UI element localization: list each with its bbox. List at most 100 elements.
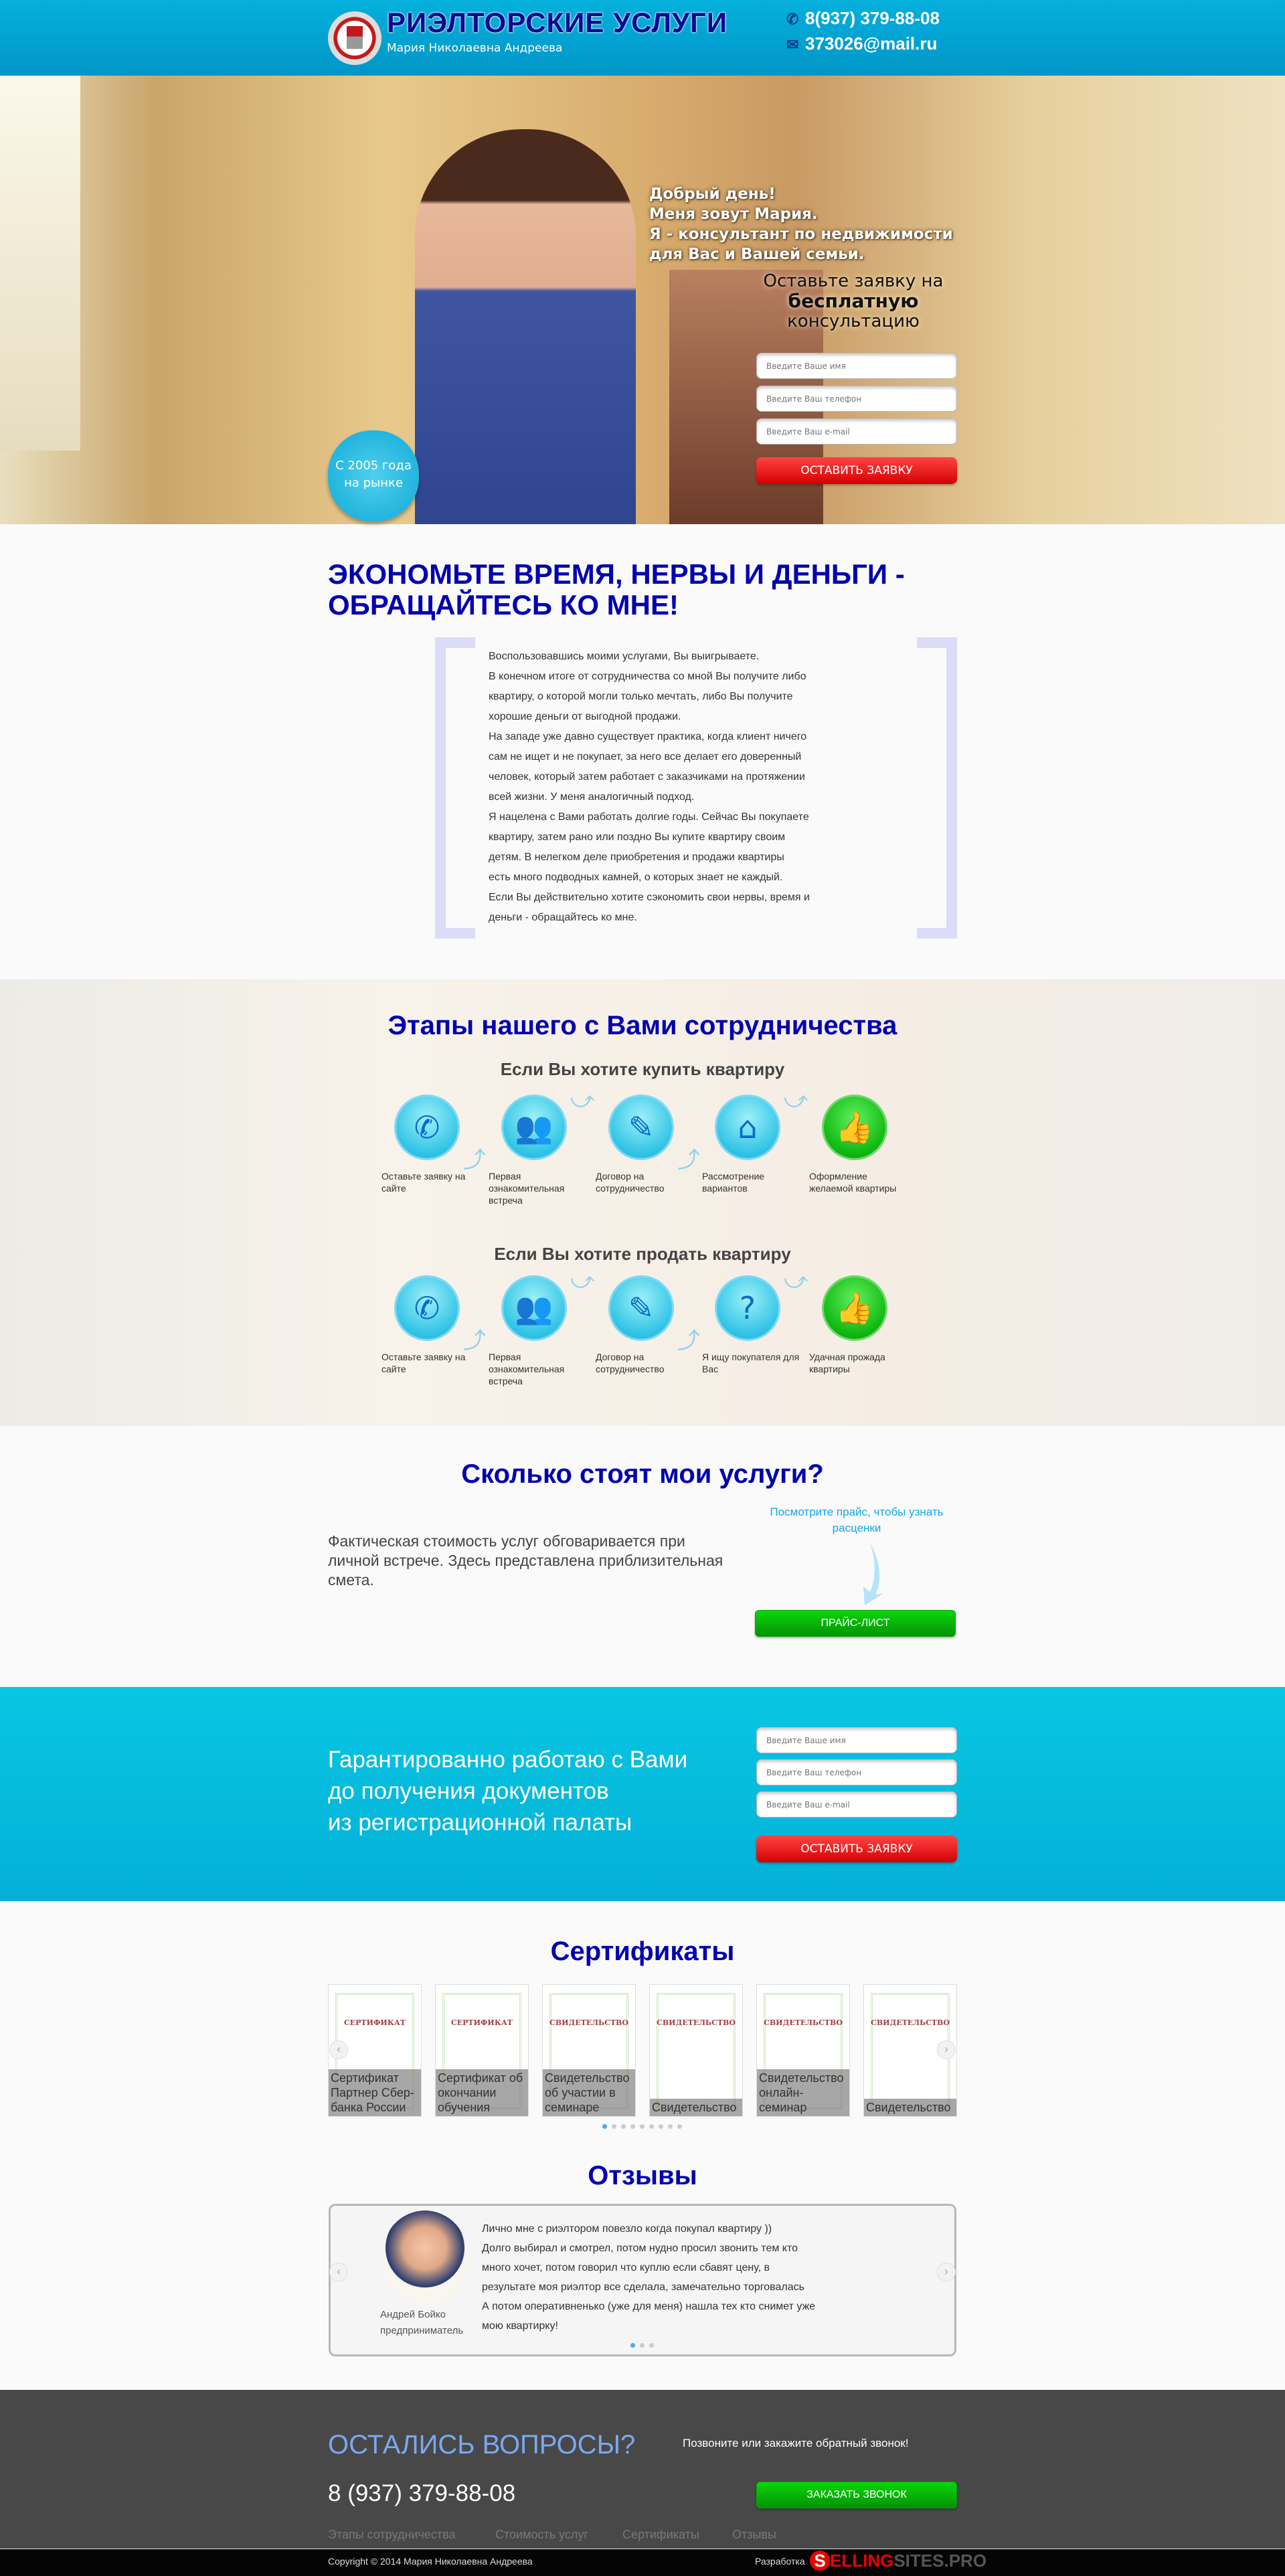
step-label: Договор на сотрудничество [596,1352,665,1374]
step-label: Оставьте заявку на сайте [381,1352,466,1374]
review-dot[interactable] [640,2343,645,2348]
cta-line: консультацию [787,311,920,331]
certificates-title: Сертификаты [550,1937,735,1966]
guarantee-line: из регистрационной палаты [328,1809,632,1836]
step-label: Я ищу покупателя для Вас [702,1352,800,1374]
review-dot[interactable] [649,2343,654,2348]
certificate-card[interactable]: СВИДЕТЕЛЬСТВО Свидетельство [649,1984,743,2117]
realtor-photo [415,129,636,524]
cert-prev-arrow[interactable]: ‹ [329,2040,348,2059]
step-label: Первая ознакомительная встреча [489,1352,565,1386]
years-badge: С 2005 года на рынке [328,430,419,521]
phone-icon: ✆ [786,11,799,27]
carousel-dot[interactable] [668,2124,673,2129]
email-text[interactable]: 373026@mail.ru [805,33,937,54]
price-title: Сколько стоят мои услуги? [461,1459,824,1489]
carousel-dot[interactable] [621,2124,626,2129]
review-prev-arrow[interactable]: ‹ [329,2263,348,2281]
bracket-right [917,637,957,939]
review-next-arrow[interactable]: › [937,2263,956,2281]
logo[interactable] [328,11,381,65]
about-line: квартиру, о которой могли только мечтать… [489,691,793,702]
reviewer-role: предприниматель [380,2325,464,2336]
step-arrow-icon: ⤴ [463,1327,486,1354]
hero-name-input[interactable] [756,353,957,379]
certificate-card[interactable]: СВИДЕТЕЛЬСТВО Свидетельство об участии в … [542,1984,636,2117]
window-image [0,76,80,451]
footer-link-price[interactable]: Стоимость услуг [495,2528,588,2542]
certificate-heading: СВИДЕТЕЛЬСТВО [871,2018,950,2027]
certificate-card[interactable]: СВИДЕТЕЛЬСТВО Свидетельство онлайн-семина… [756,1984,850,2117]
footer-phone: 8 (937) 379-88-08 [328,2480,516,2506]
header-phone: ✆ 8(937) 379-88-08 [786,8,940,29]
certificate-card[interactable]: СЕРТИФИКАТ Сертификат об окончании обучен… [435,1984,529,2117]
carousel-dot[interactable] [602,2124,607,2129]
greeting-line: Я - консультант по недвижимости [649,226,953,243]
footer-title: ОСТАЛИСЬ ВОПРОСЫ? [328,2430,636,2460]
about-line: В конечном итоге от сотрудничества со мн… [489,671,806,682]
certificate-caption: Свидетельство [650,2099,742,2116]
certificate-image [657,1993,736,2109]
price-text: Фактическая стоимость услуг обговаривает… [328,1532,723,1589]
about-title: ЭКОНОМЬТЕ ВРЕМЯ, НЕРВЫ И ДЕНЬГИ - ОБРАЩА… [328,558,905,621]
step-label: Рассмотрение вариантов [702,1171,765,1194]
carousel-dot[interactable] [640,2124,645,2129]
about-line: Если Вы действительно хотите сэкономить … [489,892,810,903]
carousel-dot[interactable] [649,2124,654,2129]
about-line: есть много подводных камней, о которых з… [489,872,783,883]
header-email[interactable]: ✉ 373026@mail.ru [786,33,937,54]
carousel-dot[interactable] [612,2124,616,2129]
price-list-button[interactable]: ПРАЙС-ЛИСТ [755,1610,956,1637]
document-pen-icon: ✎ [610,1097,672,1158]
phone-mail-icon: ✆ [396,1277,458,1339]
certificate-caption: Свидетельство об участии в семинаре [543,2069,635,2116]
step-arrow-icon: ⤴ [677,1147,700,1174]
question-person-icon: ? [717,1277,778,1339]
review-line: Долго выбирал и смотрел, потом нудно про… [482,2243,798,2254]
review-dot[interactable] [630,2343,635,2348]
phone-mail-icon: ✆ [396,1097,458,1158]
buy-steps-title: Если Вы хотите купить квартиру [500,1059,785,1079]
footer-link-reviews[interactable]: Отзывы [732,2528,776,2542]
certificate-caption: Сертификат Партнер Сбер-банка России [329,2069,421,2116]
step-arrow-icon: ⤻ [570,1267,595,1294]
mail-icon: ✉ [786,36,799,53]
hero-phone-input[interactable] [756,386,957,412]
guarantee-line: Гарантированно работаю с Вами [328,1747,688,1773]
certificate-heading: СВИДЕТЕЛЬСТВО [549,2018,628,2027]
footer-link-certificates[interactable]: Сертификаты [622,2528,699,2542]
footer [0,2390,1285,2549]
developer-label: Разработка [755,2556,805,2567]
guarantee-name-input[interactable] [756,1727,957,1753]
review-line: мою квартирку! [482,2320,558,2332]
greeting-line: Добрый день! [649,185,776,203]
people-icon: 👥 [503,1277,565,1339]
phone-text: 8(937) 379-88-08 [805,8,940,28]
certificate-heading: СВИДЕТЕЛЬСТВО [657,2018,736,2027]
hero-submit-button[interactable]: ОСТАВИТЬ ЗАЯВКУ [756,457,957,484]
site-subtitle: Мария Николаевна Андреева [387,42,563,55]
carousel-dot[interactable] [677,2124,682,2129]
carousel-dot[interactable] [630,2124,635,2129]
guarantee-email-input[interactable] [756,1791,957,1818]
step-arrow-icon: ⤴ [677,1327,700,1354]
cert-next-arrow[interactable]: › [937,2040,956,2059]
certificate-heading: СЕРТИФИКАТ [451,2018,513,2027]
step-label: Оформление желаемой квартиры [809,1171,897,1194]
review-line: результате моя риэлтор все сделала, заме… [482,2281,804,2293]
reviewer: Андрей Бойко предприниматель [380,2307,463,2339]
carousel-dot[interactable] [659,2124,663,2129]
footer-link-steps[interactable]: Этапы сотрудничества [328,2528,455,2542]
guarantee-submit-button[interactable]: ОСТАВИТЬ ЗАЯВКУ [756,1836,957,1862]
hero-email-input[interactable] [756,418,957,445]
review-line: А потом оперативненько (уже для меня) на… [482,2301,816,2312]
about-line: квартиру, затем рано или поздно Вы купит… [489,831,786,843]
review-text: Лично мне с риэлтором повезло когда поку… [482,2219,924,2336]
order-call-button[interactable]: ЗАКАЗАТЬ ЗВОНОК [756,2482,957,2508]
about-line: хорошие деньги от выгодной продажи. [489,711,681,722]
guarantee-phone-input[interactable] [756,1759,957,1785]
reviewer-name: Андрей Бойко [380,2309,446,2320]
developer-logo[interactable]: S ELLINGSITES.PRO [810,2551,987,2571]
certificate-heading: СВИДЕТЕЛЬСТВО [764,2018,843,2027]
thumbs-up-icon: 👍 [824,1277,885,1339]
